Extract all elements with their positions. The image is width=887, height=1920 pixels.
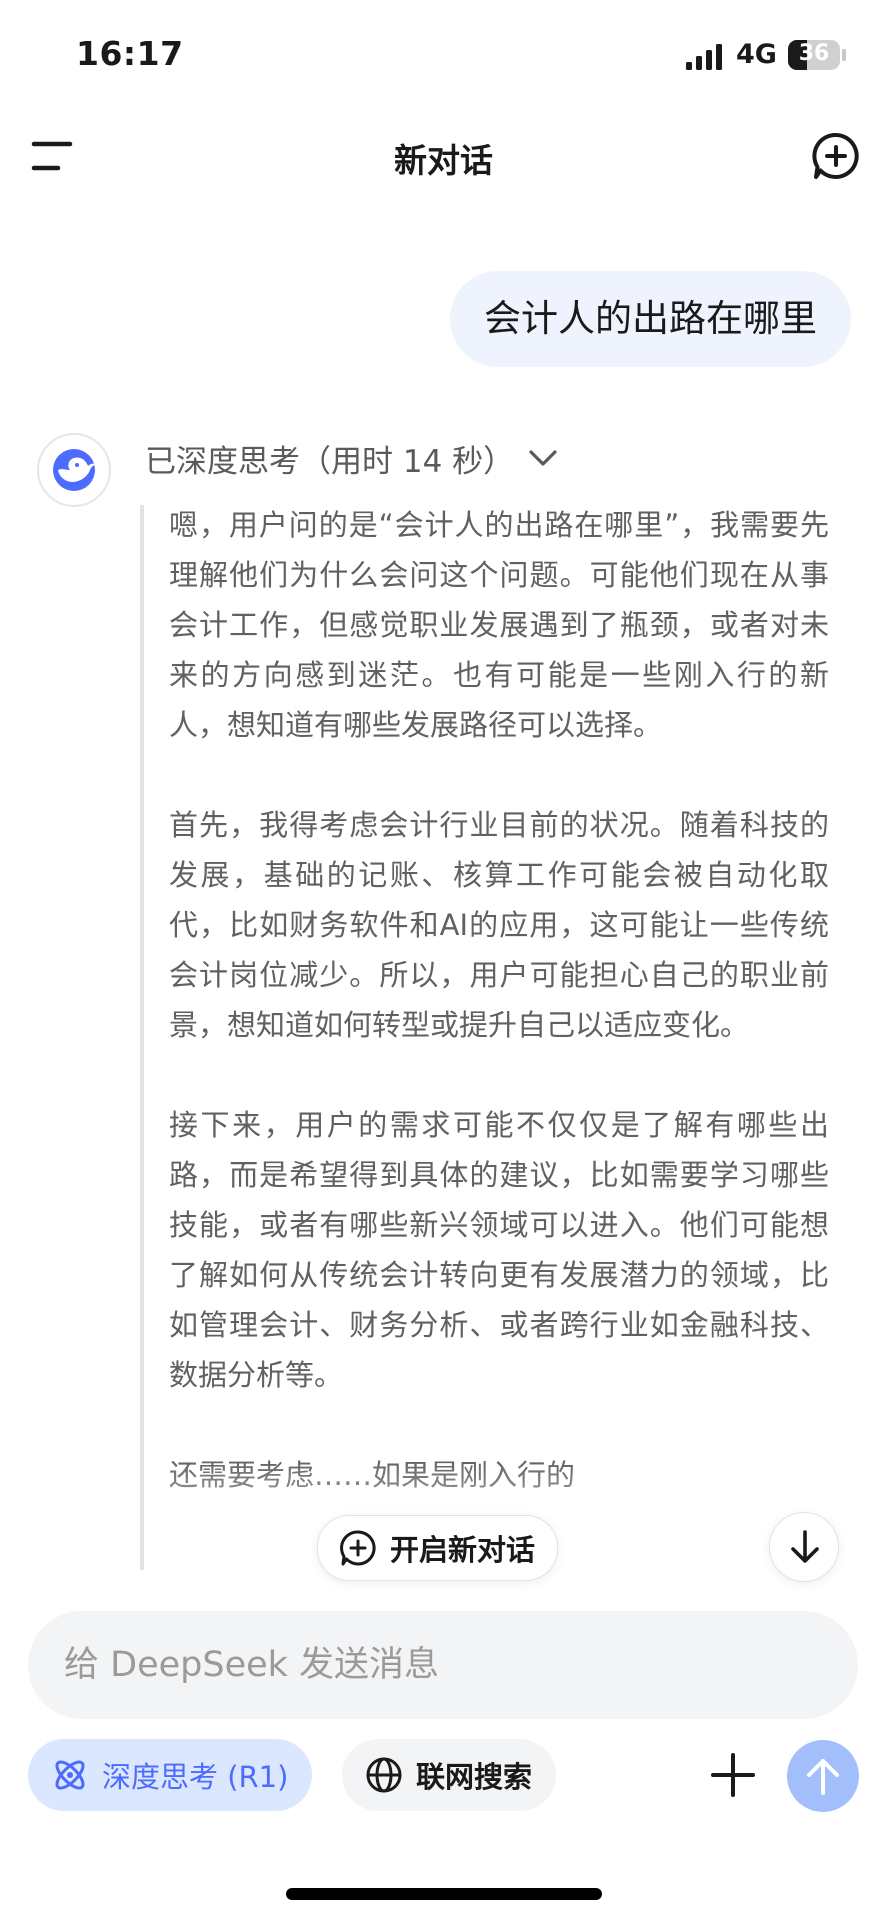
plus-icon [711,1753,755,1797]
page-title: 新对话 [394,141,493,180]
menu-button[interactable] [30,138,78,174]
new-chat-icon [340,1530,376,1566]
message-input-placeholder: 给 DeepSeek 发送消息 [64,1645,440,1685]
scroll-to-bottom-button[interactable] [769,1512,839,1582]
avatar [37,433,111,507]
new-chat-button[interactable] [810,130,862,182]
arrow-down-icon [791,1530,819,1563]
deep-think-toggle[interactable]: 深度思考 (R1) [28,1739,313,1811]
signal-icon [686,44,722,70]
thinking-quote-bar [140,505,144,1570]
deep-think-label: 深度思考 (R1) [102,1760,289,1794]
thinking-paragraph: 首先，我得考虑会计行业目前的状况。随着科技的发展，基础的记账、核算工作可能会被自… [169,808,829,1042]
status-bar: 16:17 4G 36 [0,0,887,110]
battery-tip [842,49,846,61]
thinking-paragraph: 嗯，用户问的是“会计人的出路在哪里”，我需要先理解他们为什么会问这个问题。可能他… [169,508,829,742]
send-arrow-icon [807,1759,839,1795]
chevron-down-icon [529,450,557,466]
status-time: 16:17 [76,34,184,73]
globe-icon [366,1757,402,1793]
battery-icon: 36 [788,40,840,70]
thinking-toggle[interactable]: 已深度思考（用时 14 秒） [145,433,558,483]
whale-logo-icon [53,449,96,491]
start-new-chat-label: 开启新对话 [390,1533,536,1567]
message-input[interactable]: 给 DeepSeek 发送消息 [28,1611,858,1719]
menu-icon [31,141,73,171]
atom-icon [55,1760,85,1790]
network-type: 4G [736,39,777,70]
web-search-label: 联网搜索 [416,1760,533,1794]
new-chat-icon [812,132,859,179]
thinking-paragraph: 接下来，用户的需求可能不仅仅是了解有哪些出路，而是希望得到具体的建议，比如需要学… [169,1108,829,1392]
thinking-paragraph: 还需要考虑……如果是刚入行的 [169,1458,576,1492]
attach-button[interactable] [708,1750,758,1800]
battery-percent: 36 [798,41,830,66]
thinking-label: 已深度思考（用时 14 秒） [145,443,515,480]
user-message: 会计人的出路在哪里 [450,271,851,367]
start-new-chat-button[interactable]: 开启新对话 [317,1515,559,1581]
thinking-content: 嗯，用户问的是“会计人的出路在哪里”，我需要先理解他们为什么会问这个问题。可能他… [169,500,829,1570]
home-indicator [286,1888,602,1900]
web-search-toggle[interactable]: 联网搜索 [342,1739,557,1811]
header: 新对话 [0,110,887,200]
send-button[interactable] [787,1740,859,1812]
